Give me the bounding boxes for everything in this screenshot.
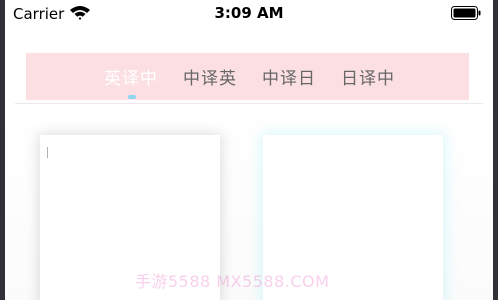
tab-zh-to-ja[interactable]: 中译日	[262, 64, 316, 89]
translation-tab-bar: 英译中 中译英 中译日 日译中	[26, 53, 469, 100]
text-cursor	[47, 147, 48, 158]
right-edge	[493, 0, 498, 300]
status-time: 3:09 AM	[214, 4, 284, 22]
app-screen: Carrier 3:09 AM 英译中 中译英 中译日 日译中 手游5588 M…	[0, 0, 498, 300]
tab-en-to-zh[interactable]: 英译中	[104, 64, 158, 89]
watermark: 手游5588 MX5588.COM	[135, 272, 330, 291]
battery-icon	[451, 6, 481, 20]
tab-list: 英译中 中译英 中译日 日译中	[104, 53, 420, 100]
tab-ja-to-zh[interactable]: 日译中	[341, 64, 395, 89]
tab-zh-to-en[interactable]: 中译英	[183, 64, 237, 89]
active-tab-indicator	[128, 95, 136, 99]
status-bar: Carrier 3:09 AM	[5, 0, 493, 30]
